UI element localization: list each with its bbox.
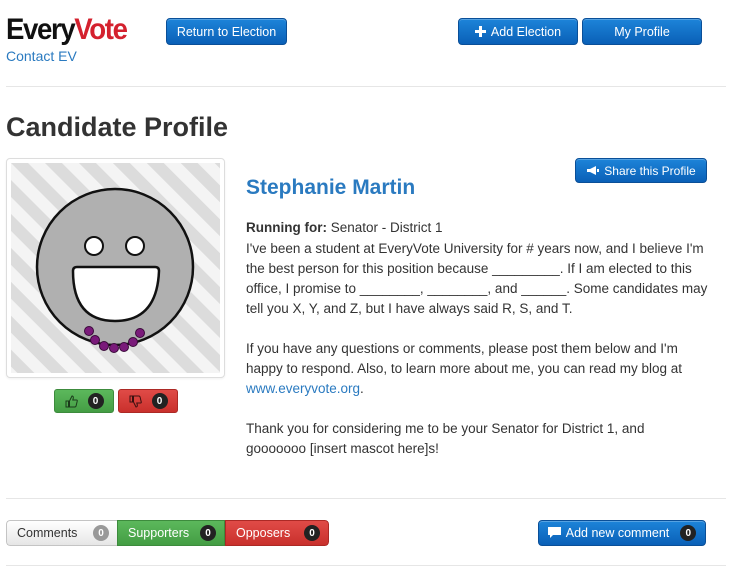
- like-count: 0: [87, 393, 104, 409]
- thumbs-down-icon: [129, 395, 142, 408]
- tab-opposers-label: Opposers: [236, 526, 291, 540]
- tab-supporters[interactable]: Supporters 0: [117, 520, 225, 546]
- share-profile-label: Share this Profile: [604, 163, 696, 178]
- plus-icon: [474, 26, 486, 37]
- add-comment-count-badge: 0: [680, 525, 697, 541]
- divider: [6, 86, 726, 87]
- candidate-bio: I've been a student at EveryVote Univers…: [246, 239, 708, 479]
- comment-icon: [547, 527, 561, 538]
- supporters-count-badge: 0: [200, 525, 216, 541]
- logo-every-text: Every: [6, 13, 76, 46]
- return-to-election-label: Return to Election: [176, 24, 277, 39]
- dislike-count: 0: [151, 393, 168, 409]
- megaphone-icon: [587, 166, 600, 175]
- logo-text: EveryVote: [6, 13, 128, 47]
- tab-comments[interactable]: Comments 0: [6, 520, 117, 546]
- share-profile-button[interactable]: Share this Profile: [575, 158, 707, 183]
- add-election-button[interactable]: Add Election: [458, 18, 578, 45]
- like-button[interactable]: 0: [54, 389, 114, 413]
- thumbs-up-icon: [65, 394, 78, 407]
- add-new-comment-button[interactable]: Add new comment 0: [538, 520, 706, 546]
- candidate-name: Stephanie Martin: [246, 176, 416, 199]
- tab-comments-label: Comments: [17, 526, 78, 540]
- comments-count-badge: 0: [93, 525, 109, 541]
- bio-p2-text: If you have any questions or comments, p…: [246, 341, 683, 376]
- bio-paragraph-2: If you have any questions or comments, p…: [246, 339, 708, 399]
- bio-paragraph-1: I've been a student at EveryVote Univers…: [246, 241, 708, 316]
- add-new-comment-label: Add new comment: [565, 526, 670, 540]
- running-for-value: Senator - District 1: [330, 220, 443, 235]
- avatar-image: [11, 163, 220, 373]
- logo-vote-text: Vote: [74, 13, 128, 46]
- divider: [6, 498, 726, 499]
- blog-link[interactable]: www.everyvote.org: [246, 381, 360, 396]
- bio-p2-end: .: [360, 381, 364, 396]
- contact-ev-link[interactable]: Contact EV: [6, 48, 77, 64]
- my-profile-button[interactable]: My Profile: [582, 18, 702, 45]
- divider: [6, 565, 726, 566]
- dislike-button[interactable]: 0: [118, 389, 178, 413]
- candidate-avatar: [6, 158, 225, 378]
- tab-opposers[interactable]: Opposers 0: [225, 520, 329, 546]
- running-for-label: Running for:: [246, 220, 327, 235]
- add-election-label: Add Election: [490, 24, 562, 39]
- tab-supporters-label: Supporters: [128, 526, 190, 540]
- my-profile-label: My Profile: [614, 24, 670, 39]
- running-for: Running for: Senator - District 1: [246, 220, 443, 235]
- return-to-election-button[interactable]: Return to Election: [166, 18, 287, 45]
- bio-paragraph-3: Thank you for considering me to be your …: [246, 421, 645, 456]
- feedback-tabs: Comments 0 Supporters 0 Opposers 0: [6, 520, 329, 546]
- opposers-count-badge: 0: [304, 525, 320, 541]
- page-title: Candidate Profile: [6, 112, 229, 142]
